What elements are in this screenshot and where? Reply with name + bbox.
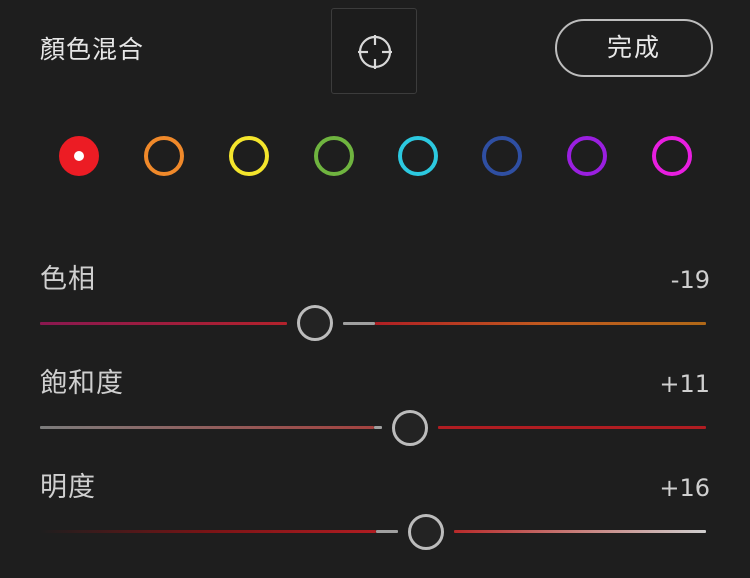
luminance-label: 明度 [40,472,96,503]
panel-title: 顏色混合 [40,35,145,64]
hue-value: -19 [670,266,710,294]
luminance-track-left[interactable] [40,530,376,533]
swatch-blue[interactable] [482,136,522,176]
saturation-value: +11 [659,370,710,398]
swatch-magenta[interactable] [652,136,692,176]
hue-track-right[interactable] [375,322,706,325]
crosshair-target-icon [358,35,392,69]
hue-slider-thumb[interactable] [297,305,333,341]
luminance-value: +16 [659,474,710,502]
saturation-label: 飽和度 [40,368,124,399]
selected-indicator [74,151,84,161]
saturation-track-right[interactable] [438,426,706,429]
done-button[interactable]: 完成 [555,19,713,77]
swatch-aqua[interactable] [398,136,438,176]
swatch-yellow[interactable] [229,136,269,176]
hue-label: 色相 [40,264,96,295]
luminance-slider-thumb[interactable] [408,514,444,550]
swatch-green[interactable] [314,136,354,176]
luminance-track-fill[interactable] [376,530,398,533]
saturation-track-left[interactable] [40,426,374,429]
target-adjustment-button[interactable] [331,8,417,94]
saturation-track-fill[interactable] [374,426,382,429]
luminance-track-right[interactable] [454,530,706,533]
hue-track-left[interactable] [40,322,287,325]
saturation-slider-thumb[interactable] [392,410,428,446]
hue-track-fill[interactable] [343,322,375,325]
swatch-red[interactable] [59,136,99,176]
swatch-purple[interactable] [567,136,607,176]
swatch-orange[interactable] [144,136,184,176]
